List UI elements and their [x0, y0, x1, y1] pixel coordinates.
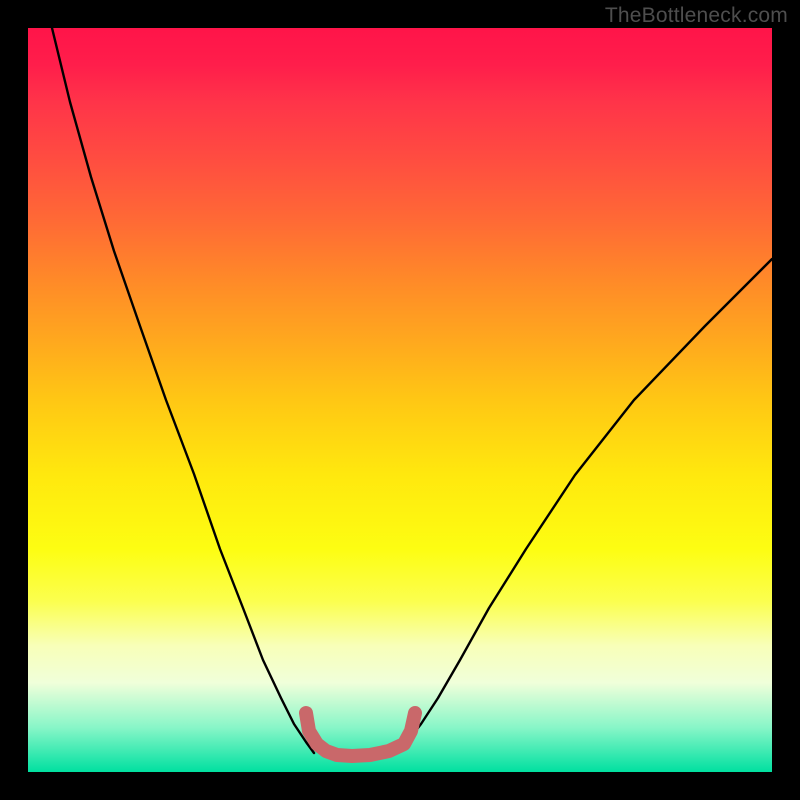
curve-left: [52, 28, 314, 753]
watermark-text: TheBottleneck.com: [605, 4, 788, 28]
curve-right: [396, 259, 772, 753]
chart-svg: [28, 28, 772, 772]
plot-area: [28, 28, 772, 772]
bottom-highlight: [306, 713, 415, 756]
chart-frame: TheBottleneck.com: [0, 0, 800, 800]
